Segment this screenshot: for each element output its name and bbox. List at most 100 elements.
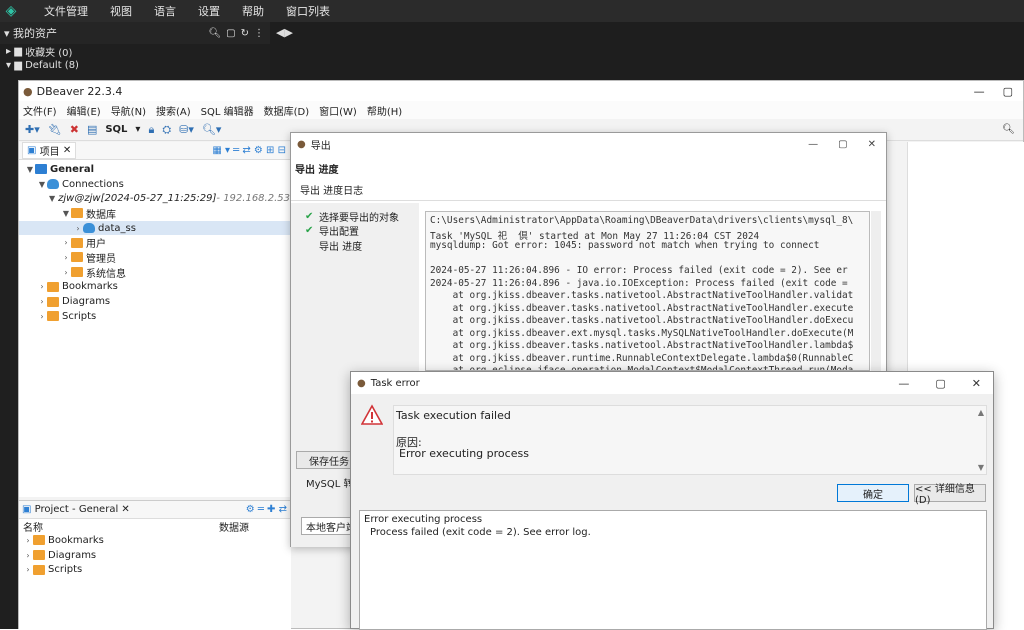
minimize-icon[interactable]: — xyxy=(898,377,909,390)
sql-dropdown-icon[interactable]: ▾ xyxy=(135,124,140,135)
maximize-icon[interactable]: ▢ xyxy=(935,377,945,390)
menu-database[interactable]: 数据库(D) xyxy=(264,103,310,118)
project-tabbar: ▣ 项目 ✕ ▦ ▾ ═ ⇄ ⚙ ⊞ ⊟ xyxy=(19,142,290,160)
commit-icon[interactable]: ⛭ xyxy=(162,123,171,137)
menu-file[interactable]: 文件(F) xyxy=(23,103,57,118)
host-menu-help[interactable]: 帮助 xyxy=(242,3,264,19)
tab-project-general[interactable]: Project - General xyxy=(35,504,119,515)
chevron-down-icon: ▾ xyxy=(6,59,15,71)
ok-button[interactable]: 确定 xyxy=(837,484,909,502)
details-button[interactable]: << 详细信息(D) xyxy=(914,484,986,506)
host-menu-file[interactable]: 文件管理 xyxy=(44,3,88,19)
expand-icon[interactable]: ▼ xyxy=(25,165,35,174)
search-toolbar-icon[interactable]: 🔍︎▾ xyxy=(202,123,222,136)
expand-icon[interactable]: › xyxy=(61,238,71,247)
expand-icon[interactable]: › xyxy=(37,312,47,321)
expand-icon[interactable]: › xyxy=(61,268,71,277)
expand-icon[interactable]: ▼ xyxy=(49,194,55,203)
detail-line: Error executing process xyxy=(364,514,483,525)
expand-icon[interactable]: › xyxy=(73,224,83,233)
menu-search[interactable]: 搜索(A) xyxy=(156,103,191,118)
menu-sql-editor[interactable]: SQL 编辑器 xyxy=(201,103,254,118)
tree-item[interactable]: ▼ Connections xyxy=(19,177,290,192)
menu-window[interactable]: 窗口(W) xyxy=(319,103,357,118)
list-item[interactable]: › Bookmarks xyxy=(19,533,291,548)
tab-projects[interactable]: ▣ 项目 ✕ xyxy=(22,142,77,159)
disconnect-icon[interactable]: ✖ xyxy=(70,123,79,136)
square-icon[interactable]: ▢ xyxy=(226,28,235,39)
list-item[interactable]: › Scripts xyxy=(19,562,291,577)
sql-button[interactable]: SQL xyxy=(105,124,127,135)
tree-item[interactable]: › 系统信息 xyxy=(19,265,290,280)
error-detail-text[interactable]: Error executing process Process failed (… xyxy=(359,510,987,630)
close-icon[interactable]: ✕ xyxy=(972,377,981,390)
log-line: Task 'MySQL 祀 倶' started at Mon May 27 1… xyxy=(430,230,760,242)
scroll-up-icon[interactable]: ▲ xyxy=(978,408,984,417)
global-search-icon[interactable]: 🔍︎ xyxy=(1002,124,1015,135)
wizard-step[interactable]: ✔ 选择要导出的对象 xyxy=(291,209,419,224)
export-titlebar: ● 导出 — ▢ ✕ xyxy=(291,133,886,155)
export-header: 导出 进度 导出 进度日志 xyxy=(291,155,886,201)
tree-item[interactable]: ▼ zjw@zjw[2024-05-27_11:25:29] - 192.168.… xyxy=(19,191,319,206)
wizard-step[interactable]: ✔ 导出配置 xyxy=(291,224,419,238)
folder-icon: ▆ xyxy=(14,45,26,57)
chevron-right-icon: ▸ xyxy=(6,45,15,57)
expand-icon[interactable]: › xyxy=(37,297,47,306)
close-icon[interactable]: ✕ xyxy=(118,504,129,515)
refresh-icon[interactable]: ↻ xyxy=(241,28,249,39)
export-header-title: 导出 进度 xyxy=(295,165,339,176)
column-name-header[interactable]: 名称 xyxy=(23,519,219,534)
expand-icon[interactable]: › xyxy=(61,253,71,262)
host-menu-view[interactable]: 视图 xyxy=(110,3,132,19)
expand-icon[interactable]: ▼ xyxy=(61,209,71,218)
minimize-icon[interactable]: — xyxy=(808,139,818,150)
log-line: at org.jkiss.dbeaver.tasks.nativetool.Ab… xyxy=(430,290,854,301)
close-icon[interactable]: ✕ xyxy=(60,145,71,156)
panel-tools: ▦ ▾ ═ ⇄ ⚙ ⊞ ⊟ xyxy=(212,145,286,156)
host-menu-settings[interactable]: 设置 xyxy=(198,3,220,19)
new-connection-icon[interactable]: ✚▾ xyxy=(25,123,40,136)
host-menubar: ◈ 文件管理 视图 语言 设置 帮助 窗口列表 xyxy=(0,0,1024,22)
host-menu-language[interactable]: 语言 xyxy=(154,3,176,19)
column-datasource-header[interactable]: 数据源 xyxy=(219,519,249,534)
export-log-scrollbar[interactable] xyxy=(871,211,881,371)
host-asset-header: ▾ 我的资产 🔍︎ ▢ ↻ ⋮ xyxy=(0,22,270,44)
connect-icon[interactable]: 🔌︎ xyxy=(48,123,62,136)
host-asset-favorites[interactable]: ▸ ▆ 收藏夹 (0) xyxy=(0,44,270,59)
menu-help[interactable]: 帮助(H) xyxy=(367,103,402,118)
expand-icon[interactable]: ▼ xyxy=(37,180,47,189)
host-nav-arrows[interactable]: ◀▶ xyxy=(276,26,1018,39)
close-icon[interactable]: ✕ xyxy=(868,139,876,150)
tree-item[interactable]: › 管理员 xyxy=(19,250,290,265)
host-asset-panel: ▾ 我的资产 🔍︎ ▢ ↻ ⋮ ▸ ▆ 收藏夹 (0) ▾ ▆ Default … xyxy=(0,22,270,80)
export-log[interactable]: C:\Users\Administrator\AppData\Roaming\D… xyxy=(425,211,870,371)
item-label: Diagrams xyxy=(48,549,97,561)
menu-navigate[interactable]: 导航(N) xyxy=(111,103,146,118)
tree-item[interactable]: ▼ 数据库 xyxy=(19,206,290,221)
transaction-icon[interactable]: ⛁▾ xyxy=(179,123,194,136)
tree-item[interactable]: ▼ General xyxy=(19,162,290,177)
chevron-down-icon[interactable]: ▾ xyxy=(4,27,13,40)
wizard-step[interactable]: 导出 进度 xyxy=(291,238,419,253)
scroll-down-icon[interactable]: ▼ xyxy=(978,463,984,472)
lock-icon[interactable]: 🔒︎ xyxy=(148,123,154,137)
host-menu-windows[interactable]: 窗口列表 xyxy=(286,3,330,19)
dbeaver-logo-icon: ● xyxy=(297,138,306,150)
tree-item[interactable]: › Scripts xyxy=(19,309,290,324)
host-asset-favorites-label: 收藏夹 (0) xyxy=(25,47,73,59)
more-icon[interactable]: ⋮ xyxy=(254,28,264,39)
tree-item[interactable]: › Diagrams xyxy=(19,294,290,309)
host-asset-default[interactable]: ▾ ▆ Default (8) xyxy=(0,58,270,72)
minimize-icon[interactable]: — xyxy=(974,85,985,98)
search-icon[interactable]: 🔍︎ xyxy=(208,28,221,39)
menu-edit[interactable]: 编辑(E) xyxy=(67,103,101,118)
maximize-icon[interactable]: ▢ xyxy=(1003,85,1013,98)
tree-item[interactable]: › 用户 xyxy=(19,235,290,250)
tree-item[interactable]: › Bookmarks xyxy=(19,280,290,295)
expand-icon[interactable]: › xyxy=(37,282,47,291)
maximize-icon[interactable]: ▢ xyxy=(838,139,847,150)
sql-editor-icon[interactable]: ▤ xyxy=(87,123,97,136)
tree-item[interactable]: › data_ss xyxy=(19,220,290,236)
list-item[interactable]: › Diagrams xyxy=(19,548,291,563)
details-label: << 详细信息(D) xyxy=(915,484,975,506)
